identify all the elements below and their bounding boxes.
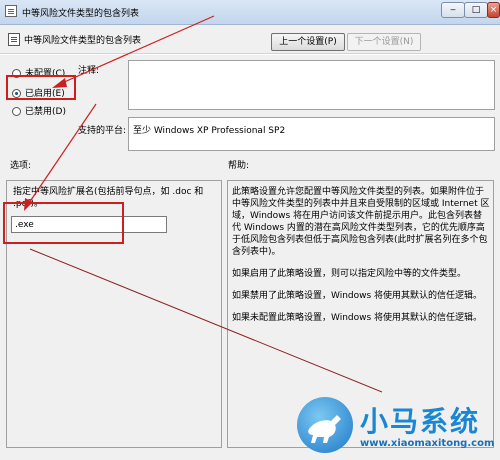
horse-logo-icon (297, 397, 353, 453)
watermark-url: www.xiaomaxitong.com (360, 438, 495, 449)
watermark-title: 小马系统 (360, 405, 481, 438)
arrow-line (61, 15, 215, 84)
annotation-arrows (24, 15, 383, 393)
arrow-line (29, 248, 383, 393)
arrow-line (28, 103, 97, 204)
arrowhead-icon (52, 78, 67, 88)
